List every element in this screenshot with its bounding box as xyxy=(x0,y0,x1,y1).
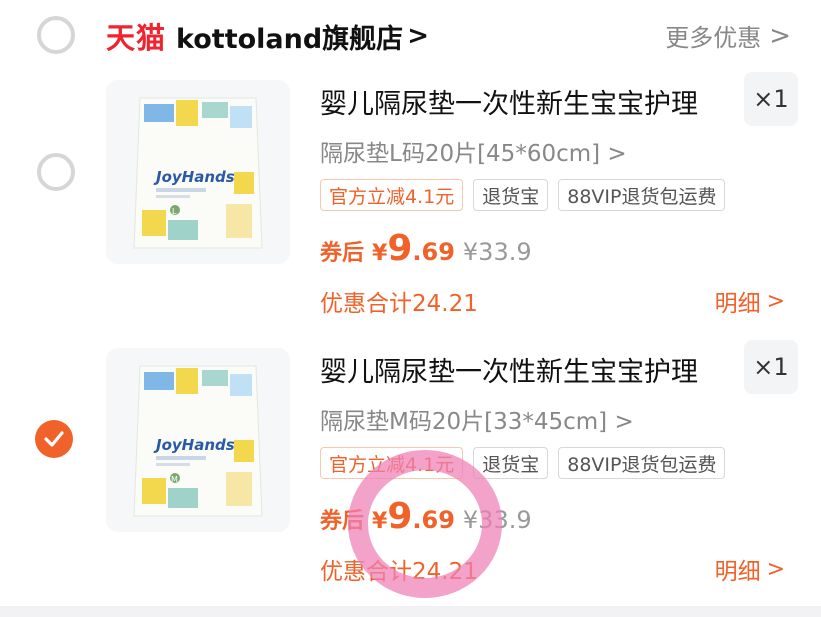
price-currency: ¥ xyxy=(372,241,388,266)
tag-discount: 官方立减4.1元 xyxy=(320,179,464,211)
detail-link-1[interactable]: 明细 > xyxy=(715,284,785,318)
detail-chevron-icon: > xyxy=(766,288,785,314)
product-image-2[interactable]: JoyHands M xyxy=(106,348,290,532)
svg-text:M: M xyxy=(171,475,178,484)
variant-selector-2[interactable]: 隔尿垫M码20片[33*45cm] > xyxy=(320,402,634,436)
diaper-pack-icon: JoyHands L xyxy=(106,80,290,264)
tag-return-insurance: 退货宝 xyxy=(473,179,549,211)
variant-selector-1[interactable]: 隔尿垫L码20片[45*60cm] > xyxy=(320,134,627,168)
tmall-logo: 天猫 xyxy=(106,21,167,55)
quantity-1[interactable]: ×1 xyxy=(744,72,798,126)
quantity-2[interactable]: ×1 xyxy=(744,340,798,394)
svg-text:JoyHands: JoyHands xyxy=(153,436,235,454)
svg-text:L: L xyxy=(172,207,177,216)
store-chevron-icon: > xyxy=(407,21,429,51)
discount-total-1: 优惠合计24.21 xyxy=(320,291,478,317)
product-title-1[interactable]: 婴儿隔尿垫一次性新生宝宝护理 xyxy=(320,82,698,121)
tags-1: 官方立减4.1元 退货宝 88VIP退货包运费 xyxy=(320,179,726,211)
store-select-radio[interactable] xyxy=(37,16,75,54)
detail-label: 明细 xyxy=(714,291,761,317)
original-price: ¥33.9 xyxy=(462,238,532,266)
tag-88vip: 88VIP退货包运费 xyxy=(558,179,726,211)
price-row-1: 券后 ¥ 9 .69 ¥33.9 xyxy=(320,228,532,269)
highlight-circle-annotation xyxy=(348,450,502,598)
detail-chevron-icon: > xyxy=(766,556,785,582)
item-select-radio-2[interactable] xyxy=(35,420,73,458)
price-label: 券后 xyxy=(320,241,365,266)
product-image-1[interactable]: JoyHands L xyxy=(106,80,290,264)
price-decimal: .69 xyxy=(412,238,455,266)
tag-88vip: 88VIP退货包运费 xyxy=(558,447,726,479)
checkmark-icon xyxy=(44,431,64,447)
section-divider xyxy=(0,606,821,617)
detail-link-2[interactable]: 明细 > xyxy=(715,552,785,586)
more-offers-chevron-icon: > xyxy=(769,20,791,51)
product-title-2[interactable]: 婴儿隔尿垫一次性新生宝宝护理 xyxy=(320,350,698,389)
more-offers-link[interactable]: 更多优惠 > xyxy=(665,18,791,53)
item-select-radio-1[interactable] xyxy=(37,153,75,191)
svg-text:JoyHands: JoyHands xyxy=(153,168,235,186)
price-integer: 9 xyxy=(387,228,413,269)
more-offers-label: 更多优惠 xyxy=(665,24,762,52)
store-header[interactable]: 天猫 kottoland旗舰店 > xyxy=(106,16,429,56)
diaper-pack-icon: JoyHands M xyxy=(106,348,290,532)
detail-label: 明细 xyxy=(714,559,761,585)
store-name: kottoland旗舰店 xyxy=(176,23,404,55)
